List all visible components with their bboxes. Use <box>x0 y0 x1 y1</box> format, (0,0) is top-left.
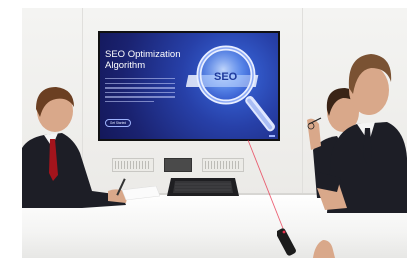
wall-vent <box>202 158 244 172</box>
man-right-front <box>317 54 407 213</box>
meeting-photo: SEO Optimization Algorithm Get Started S… <box>22 8 407 258</box>
conference-phone <box>167 178 239 196</box>
magnifier-label: SEO <box>214 71 238 83</box>
notepad <box>121 186 160 200</box>
slide-logo <box>269 135 275 137</box>
media-box <box>164 158 192 172</box>
slide-title: SEO Optimization Algorithm <box>105 49 181 71</box>
magnifier-icon: SEO <box>186 45 275 132</box>
wall-seam <box>302 8 303 208</box>
laser-pointer-hand <box>277 228 335 258</box>
